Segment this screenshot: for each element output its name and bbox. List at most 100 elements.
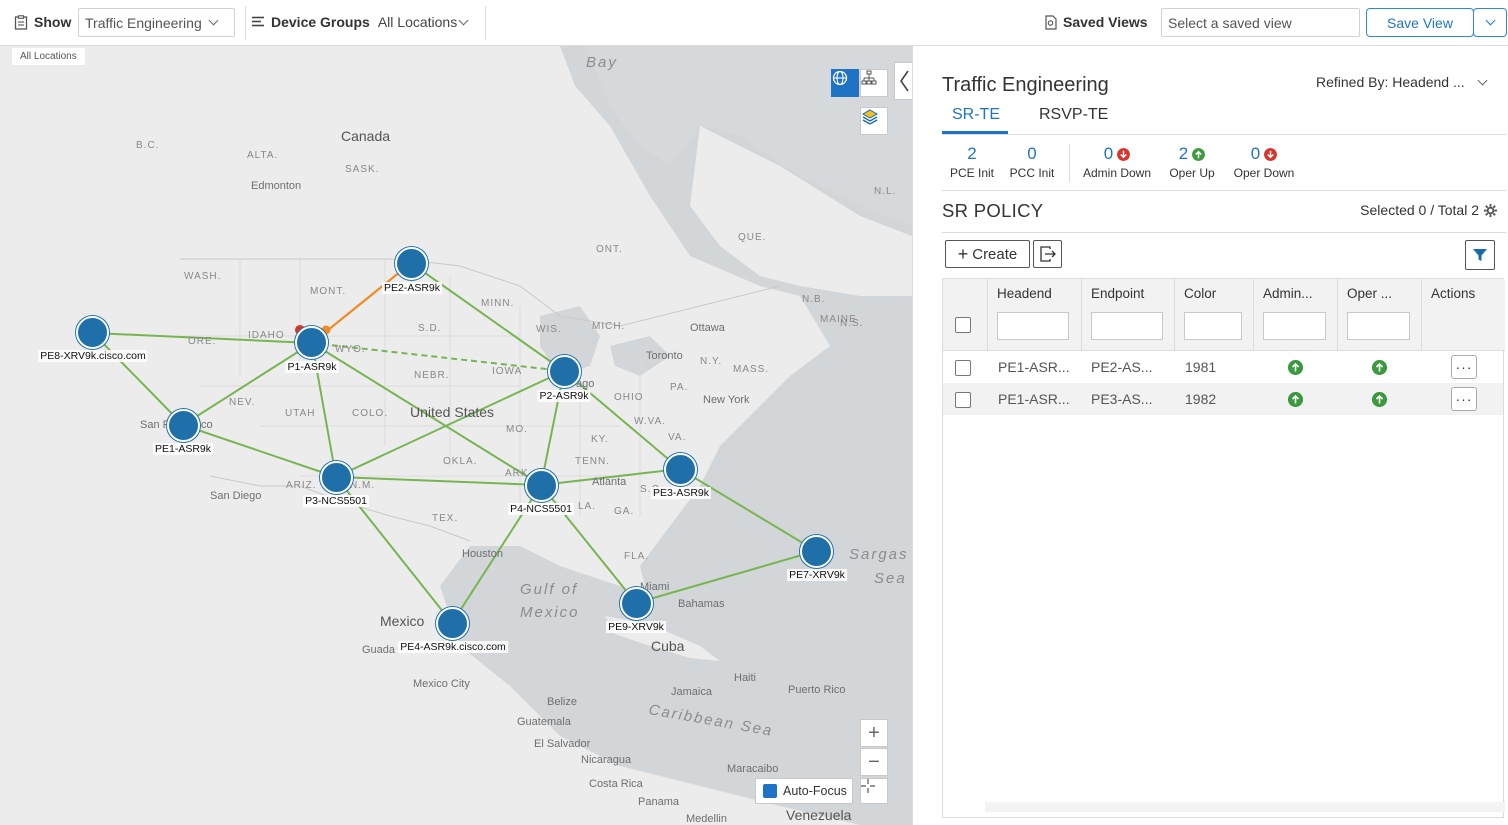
- color-filter-input[interactable]: [1184, 312, 1242, 340]
- app-root: Show Traffic Engineering Device Groups A…: [0, 0, 1508, 825]
- router-node-pe8-xrv9k[interactable]: [76, 316, 109, 349]
- router-node-pe1-asr9k[interactable]: [167, 409, 200, 442]
- table-row[interactable]: PE1-ASR... PE3-AS... 1982 ···: [943, 383, 1503, 415]
- stats-divider: [1069, 144, 1070, 182]
- save-view-button[interactable]: Save View: [1366, 8, 1474, 37]
- stat-oper-down[interactable]: 0 Oper Down: [1229, 144, 1299, 180]
- auto-focus-toggle[interactable]: Auto-Focus: [755, 778, 853, 804]
- stat-pce-init[interactable]: 2 PCE Init: [943, 144, 1001, 180]
- map-place-label: ARIZ.: [286, 480, 317, 491]
- active-tab-indicator: [942, 131, 1008, 134]
- device-groups-value: All Locations: [377, 14, 458, 30]
- logical-view-button[interactable]: [860, 69, 888, 97]
- headend-filter-input[interactable]: [997, 312, 1069, 340]
- layers-icon: [861, 109, 879, 125]
- router-node-p2-asr9k[interactable]: [548, 355, 581, 388]
- map-place-label: Bay: [586, 54, 618, 71]
- row-checkbox[interactable]: [955, 392, 971, 408]
- create-button[interactable]: + Create: [945, 240, 1030, 268]
- device-groups-control[interactable]: Device Groups All Locations: [252, 14, 469, 30]
- topology-map[interactable]: All Locations Bay Canada B.C. ALTA. SASK…: [0, 46, 912, 825]
- stat-oper-up[interactable]: 2 Oper Up: [1165, 144, 1219, 180]
- te-tabs: SR-TE RSVP-TE: [942, 104, 1506, 135]
- table-row[interactable]: PE1-ASR... PE2-AS... 1981 ···: [943, 351, 1503, 383]
- stat-label: PCC Init: [1009, 166, 1055, 180]
- layers-button[interactable]: [860, 107, 888, 135]
- stat-value: 0: [1103, 144, 1114, 163]
- export-button[interactable]: [1033, 240, 1062, 268]
- chevron-down-icon: [1477, 75, 1488, 85]
- row-actions-button[interactable]: ···: [1451, 355, 1477, 379]
- map-place-label: Panama: [638, 796, 679, 808]
- arrow-down-red-icon: [1264, 147, 1278, 161]
- plus-icon: +: [957, 244, 969, 264]
- hierarchy-icon: [861, 70, 877, 85]
- geo-view-button[interactable]: [831, 69, 859, 97]
- saved-view-select[interactable]: Select a saved view: [1161, 8, 1360, 37]
- refined-by-dropdown[interactable]: Refined By: Headend ...: [1316, 74, 1488, 90]
- stat-pcc-init[interactable]: 0 PCC Init: [1003, 144, 1061, 180]
- router-node-p3-ncs5501[interactable]: [320, 461, 353, 494]
- fit-view-button[interactable]: [860, 778, 888, 804]
- oper-filter-input[interactable]: [1347, 312, 1410, 340]
- column-header: Actions: [1431, 286, 1476, 301]
- select-all-checkbox[interactable]: [955, 317, 971, 333]
- router-node-p4-ncs5501[interactable]: [525, 469, 558, 502]
- map-place-label: NEV.: [229, 397, 256, 408]
- refined-by-label: Refined By: Headend ...: [1316, 74, 1465, 90]
- column-headend[interactable]: Headend: [987, 279, 1081, 351]
- horizontal-scrollbar[interactable]: [985, 802, 1505, 812]
- headend-cell: PE1-ASR...: [998, 359, 1070, 375]
- column-color[interactable]: Color: [1174, 279, 1253, 351]
- topology-link: [679, 468, 817, 552]
- map-place-label: Sargas: [849, 546, 909, 563]
- filter-button[interactable]: [1465, 240, 1495, 270]
- router-node-pe9-xrv9k[interactable]: [620, 587, 653, 620]
- node-label: PE8-XRV9k.cisco.com: [38, 350, 148, 362]
- map-place-label: United States: [410, 404, 495, 420]
- endpoint-filter-input[interactable]: [1091, 312, 1163, 340]
- map-place-label: Belize: [547, 696, 577, 708]
- zoom-in-button[interactable]: +: [860, 719, 888, 747]
- map-place-label: MONT.: [310, 286, 347, 297]
- stat-value: 2: [1178, 144, 1189, 163]
- map-place-label: FLA.: [624, 551, 650, 562]
- router-node-pe4-asr9k[interactable]: [436, 607, 469, 640]
- router-node-pe2-asr9k[interactable]: [395, 247, 428, 280]
- save-view-dropdown-button[interactable]: [1473, 8, 1507, 37]
- map-place-label: N.S.: [840, 318, 864, 329]
- router-node-p1-asr9k[interactable]: [295, 326, 328, 359]
- row-actions-button[interactable]: ···: [1451, 387, 1477, 411]
- chevron-down-icon: [458, 15, 469, 25]
- map-place-label: Gulf of: [520, 581, 579, 598]
- more-icon: ···: [1455, 391, 1473, 407]
- admin-filter-input[interactable]: [1263, 312, 1326, 340]
- map-place-label: Cuba: [651, 638, 685, 654]
- column-oper-state[interactable]: Oper ...: [1337, 279, 1421, 351]
- map-place-label: TENN.: [575, 456, 610, 467]
- map-place-label: WASH.: [184, 271, 222, 282]
- toolbar-divider: [485, 6, 486, 40]
- color-cell: 1981: [1185, 359, 1217, 375]
- tab-rsvp-te[interactable]: RSVP-TE: [1039, 106, 1108, 124]
- map-place-label: ALTA.: [247, 150, 279, 161]
- tab-sr-te[interactable]: SR-TE: [952, 106, 1000, 124]
- oper-up-icon: [1372, 392, 1387, 407]
- map-place-label: OKLA.: [443, 456, 478, 467]
- traffic-engineering-panel: Traffic Engineering Refined By: Headend …: [912, 46, 1508, 825]
- stat-label: PCE Init: [949, 166, 994, 180]
- column-actions: Actions: [1421, 279, 1505, 351]
- zoom-out-button[interactable]: −: [860, 748, 888, 776]
- row-checkbox[interactable]: [955, 360, 971, 376]
- show-select[interactable]: Traffic Engineering: [78, 8, 235, 37]
- map-place-label: Venezuela: [786, 807, 852, 823]
- map-place-label: WIS.: [536, 324, 562, 335]
- column-endpoint[interactable]: Endpoint: [1081, 279, 1174, 351]
- column-admin-state[interactable]: Admin...: [1253, 279, 1337, 351]
- router-node-pe3-asr9k[interactable]: [664, 453, 697, 486]
- stat-admin-down[interactable]: 0 Admin Down: [1079, 144, 1155, 180]
- gear-icon[interactable]: [1483, 203, 1498, 218]
- map-place-label: Mexico: [520, 604, 580, 621]
- endpoint-cell: PE2-AS...: [1091, 359, 1153, 375]
- router-node-pe7-xrv9k[interactable]: [800, 535, 833, 568]
